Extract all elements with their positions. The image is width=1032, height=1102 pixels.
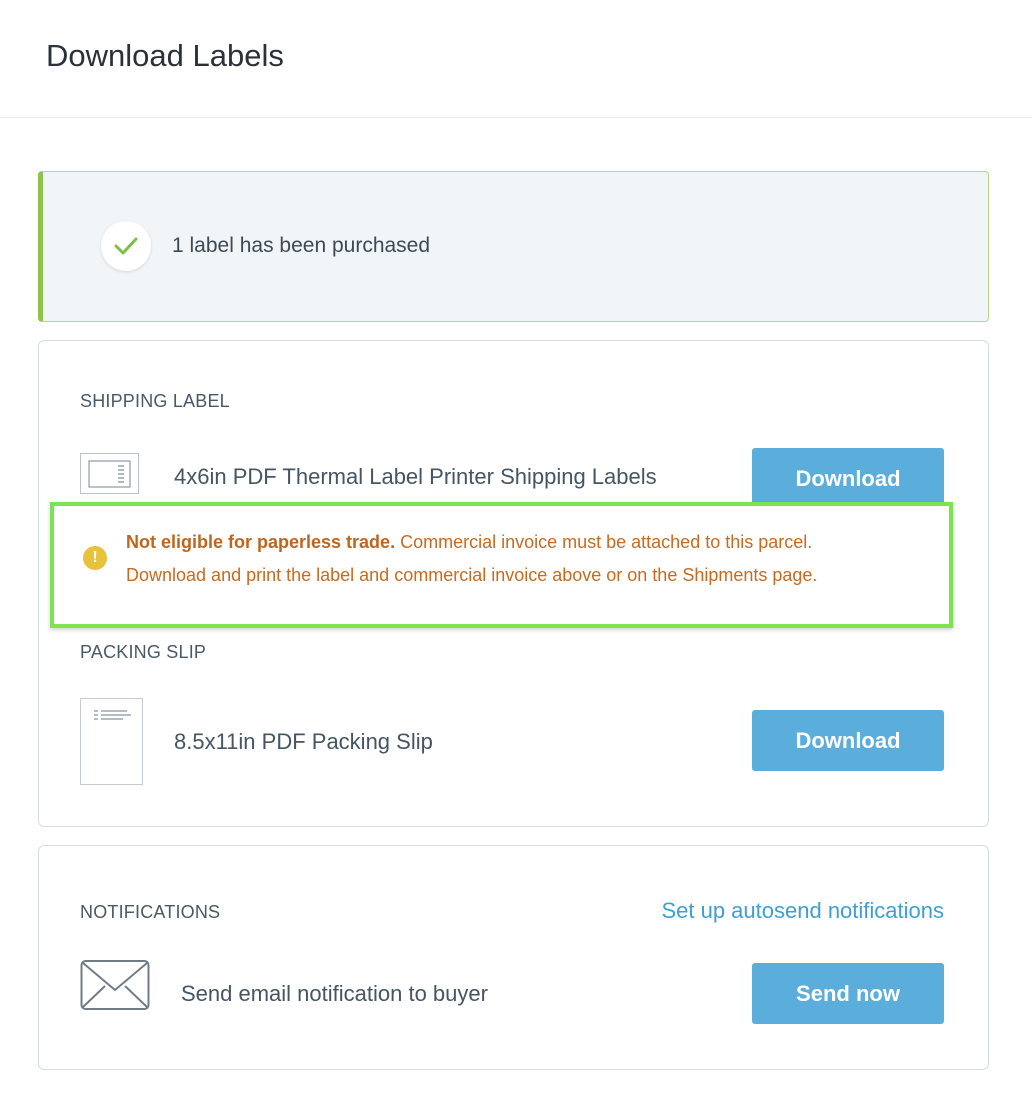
warning-icon: ! xyxy=(83,546,107,570)
packing-slip-title: 8.5x11in PDF Packing Slip xyxy=(174,729,433,754)
thermal-label-icon xyxy=(80,453,142,502)
send-now-button[interactable]: Send now xyxy=(752,963,944,1024)
success-banner: 1 label has been purchased xyxy=(38,171,989,322)
warning-bold-text: Not eligible for paperless trade. xyxy=(126,532,396,552)
shipping-label-title: 4x6in PDF Thermal Label Printer Shipping… xyxy=(174,464,657,489)
shipping-label-download-button[interactable]: Download xyxy=(752,448,944,509)
page-header: Download Labels xyxy=(0,0,1032,118)
shipping-label-heading: SHIPPING LABEL xyxy=(80,391,230,411)
notifications-heading: NOTIFICATIONS xyxy=(80,902,221,922)
autosend-notifications-link[interactable]: Set up autosend notifications xyxy=(661,898,944,924)
packing-slip-heading: PACKING SLIP xyxy=(80,642,207,662)
warning-line1: Commercial invoice must be attached to t… xyxy=(395,532,813,552)
page-title: Download Labels xyxy=(46,38,284,73)
warning-line2: Download and print the label and commerc… xyxy=(126,565,818,585)
warning-message: Not eligible for paperless trade. Commer… xyxy=(126,526,946,592)
packing-slip-icon xyxy=(80,698,144,791)
paperless-trade-warning: ! Not eligible for paperless trade. Comm… xyxy=(50,502,953,628)
packing-slip-download-button[interactable]: Download xyxy=(752,710,944,771)
notifications-card: NOTIFICATIONS Set up autosend notificati… xyxy=(38,845,989,1070)
email-notification-title: Send email notification to buyer xyxy=(181,981,488,1006)
envelope-icon xyxy=(80,959,152,1020)
success-message: 1 label has been purchased xyxy=(172,234,431,257)
check-icon xyxy=(101,221,151,271)
